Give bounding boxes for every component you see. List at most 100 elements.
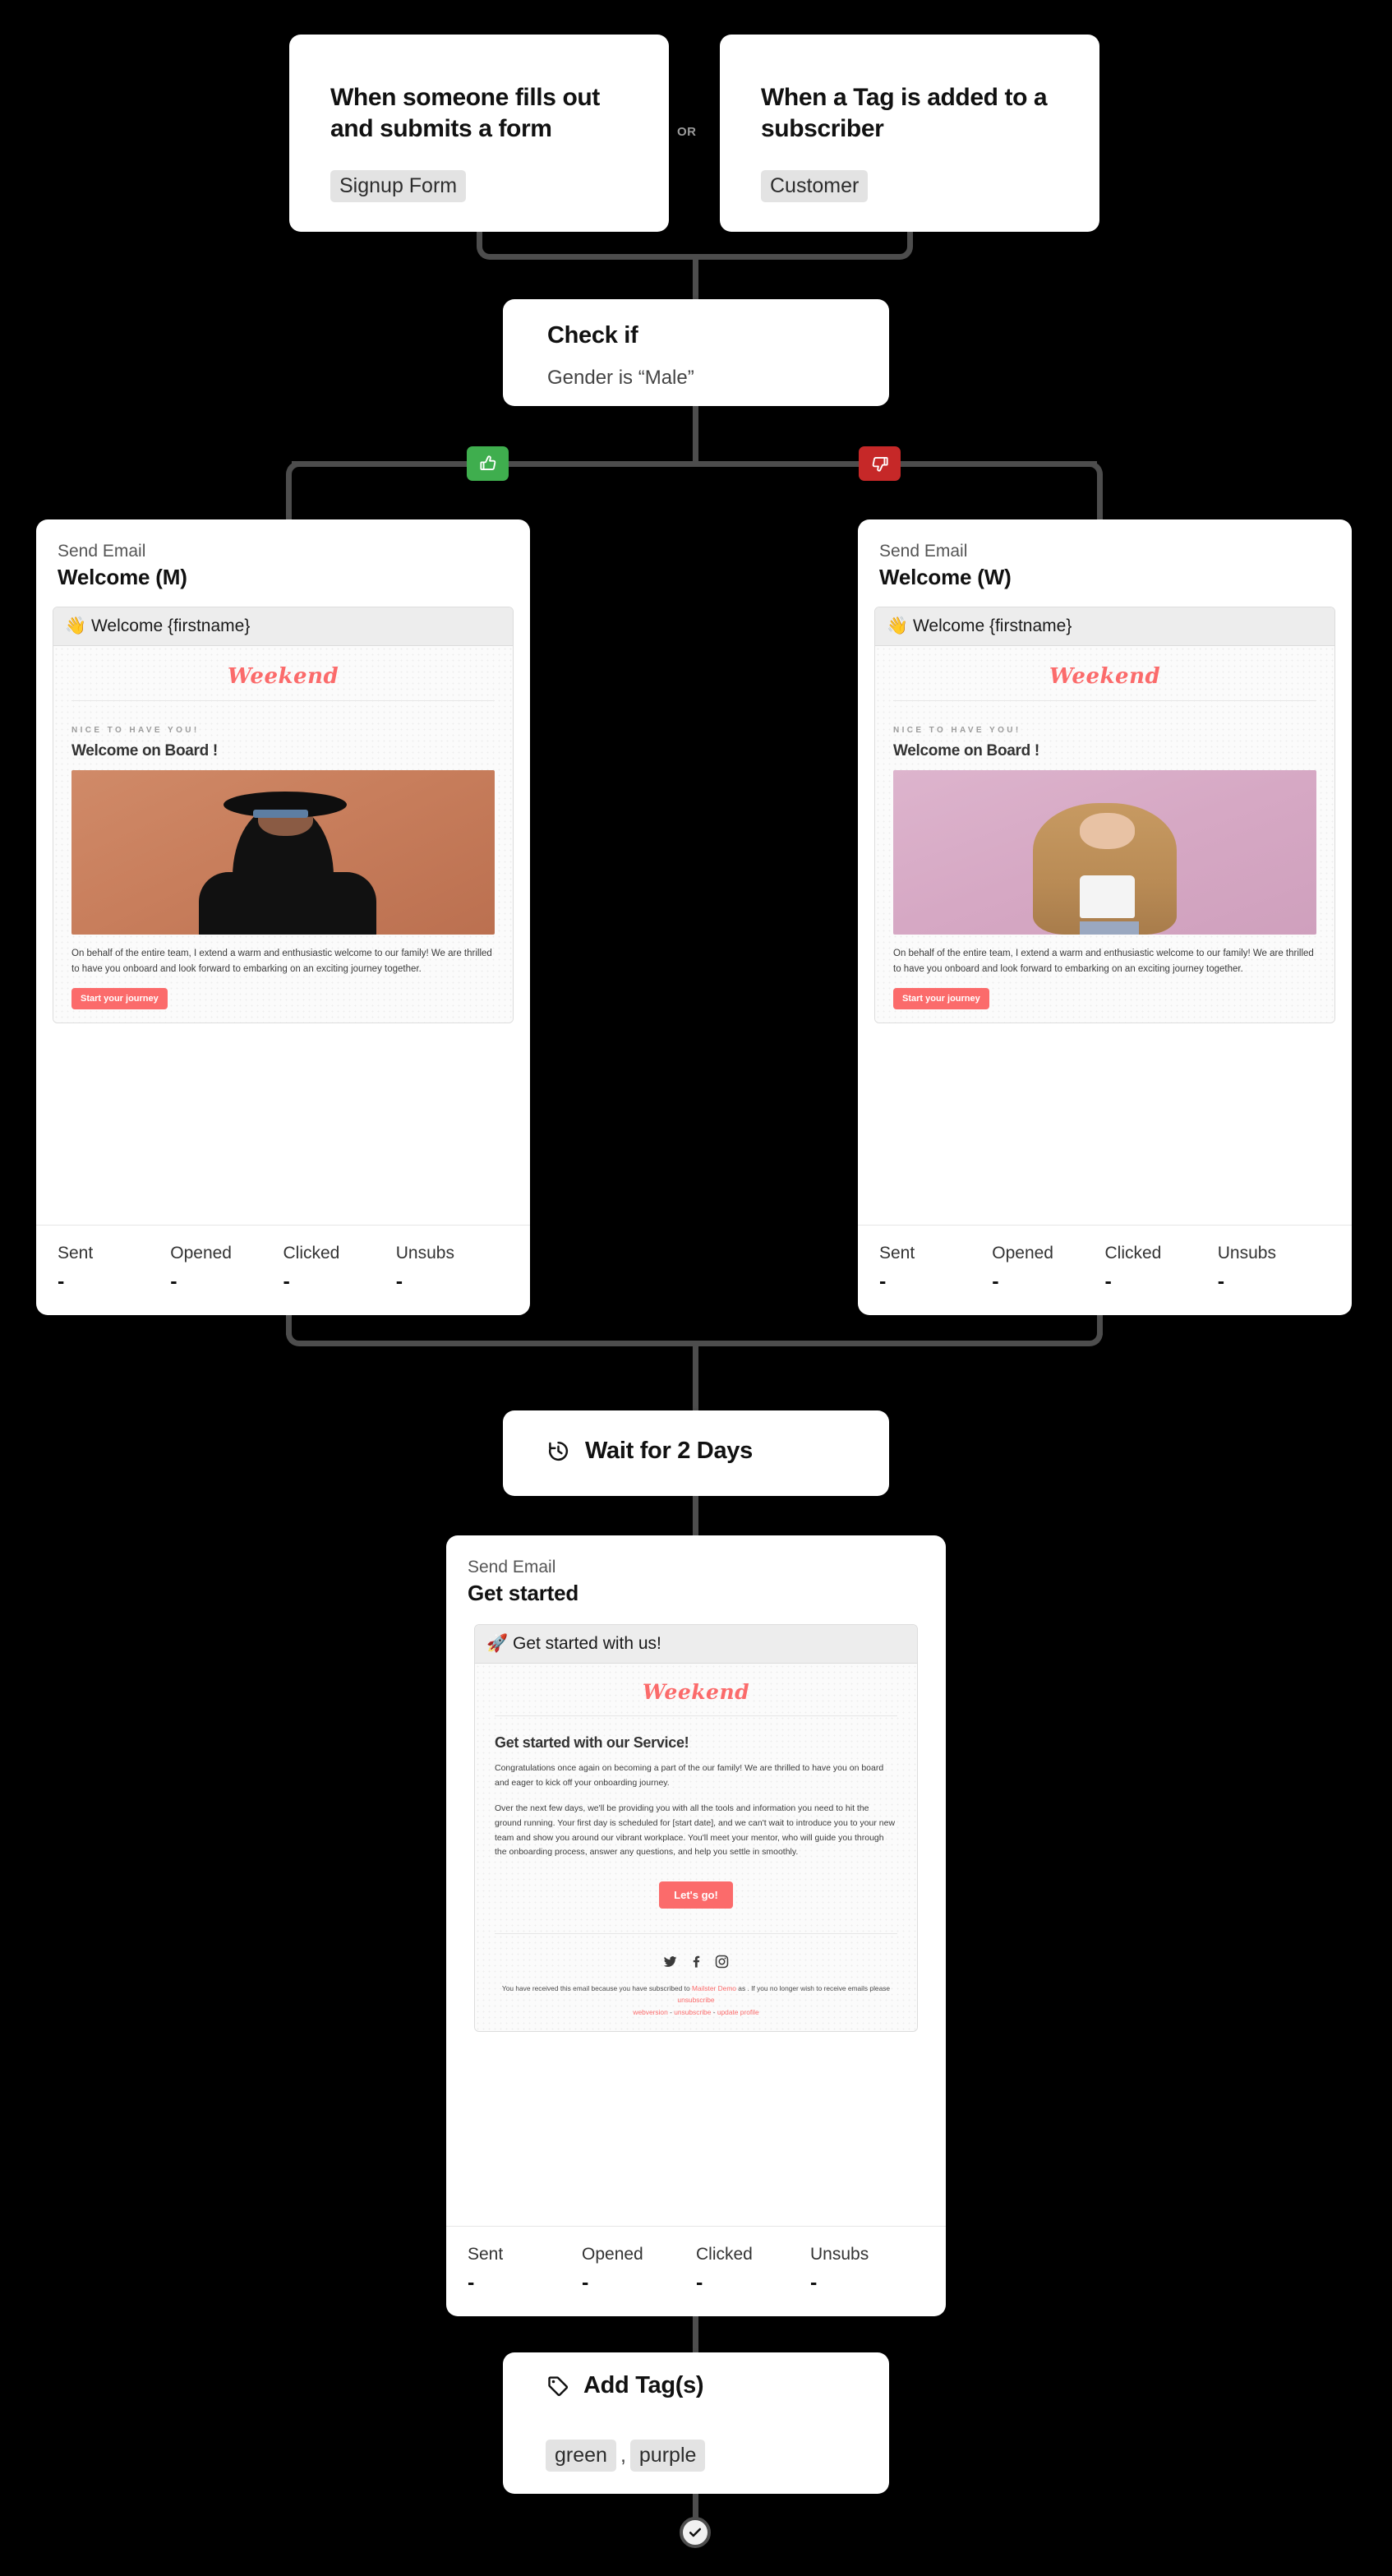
email-name: Welcome (M) [58,565,187,590]
email-stats-bar: Sent - Opened - Clicked - Unsubs - [446,2226,946,2316]
email-footer-text: You have received this email because you… [495,1983,897,2006]
email-preview-frame: 🚀 Get started with us! Weekend Get start… [474,1624,918,2032]
stat-label: Opened [992,1244,1053,1263]
stat-label: Sent [468,2245,504,2264]
instagram-icon[interactable] [714,1954,730,1969]
stat-value: - [582,2271,589,2294]
check-circle-icon [689,2528,702,2537]
stat-label: Sent [58,1244,94,1263]
stat-sent: Sent - [879,1244,992,1294]
stat-opened: Opened - [992,1244,1104,1294]
email-kicker: Send Email [58,542,146,561]
condition-subtitle: Gender is “Male” [547,367,694,389]
connector [693,254,698,299]
email-eyebrow: Nice to have you! [71,726,200,736]
email-hero-image [71,770,495,935]
email-footer-links: webversion - unsubscribe - update profil… [633,2007,759,2016]
email-subject: 👋 Welcome {firstname} [53,607,513,647]
stat-unsubs: Unsubs - [396,1244,509,1294]
stat-value: - [1217,1270,1225,1293]
email-preview-body: Weekend Get started with our Service! Co… [475,1664,917,2031]
email-paragraph: On behalf of the entire team, I extend a… [893,949,1314,974]
email-card-header: Send Email Get started [446,1535,946,1606]
email-social-row [495,1954,897,1969]
trigger-card-tag[interactable]: When a Tag is added to a subscriber Cust… [720,35,1099,232]
stat-value: - [992,1270,999,1293]
trigger-pill-signup-form[interactable]: Signup Form [330,170,467,202]
condition-card-check-if[interactable]: Check if Gender is “Male” [503,299,889,406]
stat-label: Clicked [696,2245,753,2264]
connector [693,1341,698,1410]
email-name: Welcome (W) [879,565,1012,590]
email-brand-logo: Weekend [642,1680,750,1705]
stat-value: - [58,1270,65,1293]
email-paragraph: On behalf of the entire team, I extend a… [71,949,492,974]
stat-value: - [283,1270,290,1293]
divider [495,1715,897,1717]
email-preview-frame: 👋 Welcome {firstname} Weekend Nice to ha… [874,607,1335,1024]
footer-brand-link[interactable]: Mailster Demo [692,1984,736,1992]
add-tags-pill-row: green, purple [546,2440,706,2472]
email-brand-logo: Weekend [1049,664,1161,690]
thumbs-up-icon [479,455,495,470]
trigger-pill-customer[interactable]: Customer [761,170,869,202]
email-card-welcome-m[interactable]: Send Email Welcome (M) 👋 Welcome {firstn… [36,519,530,1315]
connector [1097,477,1103,519]
stat-label: Unsubs [810,2245,869,2264]
footer-link-unsubscribe[interactable]: unsubscribe [674,2008,711,2016]
email-preview-body: Weekend Nice to have you! Welcome on Boa… [53,646,513,1023]
stat-value: - [1104,1270,1112,1293]
add-tags-title: Add Tag(s) [583,2372,704,2398]
stat-opened: Opened - [582,2245,696,2295]
twitter-icon[interactable] [662,1954,678,1969]
footer-text-b: as . If you no longer wish to receive em… [735,1983,891,1992]
stat-opened: Opened - [170,1244,283,1294]
branch-badge-yes[interactable] [467,446,509,481]
email-cta-button[interactable]: Start your journey [71,988,168,1010]
divider [893,700,1316,702]
email-heading: Welcome on Board ! [71,742,218,760]
stat-label: Opened [170,1244,232,1263]
divider [71,700,495,702]
stat-clicked: Clicked - [283,1244,396,1294]
tag-pill-purple[interactable]: purple [629,2440,706,2472]
workflow-end-node[interactable] [680,2517,711,2548]
tag-pill-green[interactable]: green [546,2440,616,2472]
email-name: Get started [468,1581,579,1606]
add-tags-card[interactable]: Add Tag(s) green, purple [503,2352,889,2494]
clock-history-icon [549,1441,569,1461]
email-stats-bar: Sent - Opened - Clicked - Unsubs - [36,1225,530,1315]
email-heading: Get started with our Service! [495,1734,689,1752]
email-preview-frame: 👋 Welcome {firstname} Weekend Nice to ha… [53,607,514,1024]
wait-card[interactable]: Wait for 2 Days [503,1410,889,1496]
stat-value: - [170,1270,177,1293]
stat-value: - [395,1270,403,1293]
trigger-title: When a Tag is added to a subscriber [761,84,1048,143]
email-card-welcome-w[interactable]: Send Email Welcome (W) 👋 Welcome {firstn… [858,519,1352,1315]
email-stats-bar: Sent - Opened - Clicked - Unsubs - [858,1225,1352,1315]
wait-label: Wait for 2 Days [585,1438,753,1464]
trigger-card-form[interactable]: When someone fills out and submits a for… [289,35,669,232]
email-card-header: Send Email Welcome (W) [858,519,1352,590]
email-cta-button[interactable]: Start your journey [893,988,989,1010]
footer-link-update-profile[interactable]: update profile [717,2008,759,2016]
footer-unsubscribe-link[interactable]: unsubscribe [677,1996,714,2004]
stat-clicked: Clicked - [696,2245,810,2295]
divider [495,1932,897,1934]
email-subject: 👋 Welcome {firstname} [875,607,1334,647]
stat-value: - [696,2271,703,2294]
workflow-canvas: When someone fills out and submits a for… [0,0,1392,2576]
connector [286,477,292,519]
connector [693,2316,698,2356]
email-cta-button[interactable]: Let's go! [659,1881,733,1909]
branch-badge-no[interactable] [859,446,901,481]
facebook-icon[interactable] [689,1954,704,1969]
stat-value: - [810,2271,818,2294]
stat-value: - [879,1270,887,1293]
stat-sent: Sent - [468,2245,582,2295]
stat-unsubs: Unsubs - [810,2245,924,2295]
stat-label: Clicked [283,1244,340,1263]
footer-link-webversion[interactable]: webversion [633,2008,667,2016]
email-kicker: Send Email [468,1558,556,1577]
email-card-get-started[interactable]: Send Email Get started 🚀 Get started wit… [446,1535,946,2316]
